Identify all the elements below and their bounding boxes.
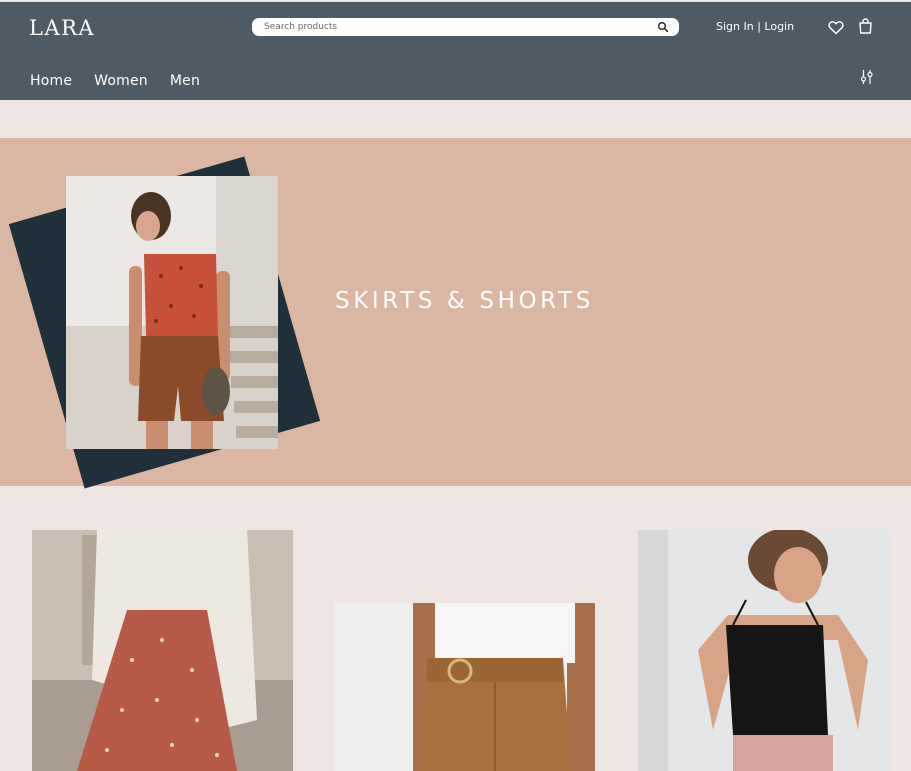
filter-icon[interactable] — [859, 69, 875, 85]
signin-login-link[interactable]: Sign In | Login — [716, 20, 794, 33]
nav-home[interactable]: Home — [30, 73, 72, 89]
category-title: SKIRTS & SHORTS — [335, 288, 594, 314]
product-tile-1[interactable] — [32, 530, 293, 771]
brand-logo[interactable]: LARA — [29, 16, 95, 40]
site-header: LARA Sign In | Login Home Women Men — [0, 0, 911, 100]
product-tile-2[interactable] — [335, 603, 596, 771]
nav-men[interactable]: Men — [170, 73, 200, 89]
bag-icon[interactable] — [858, 18, 873, 34]
product-tile-3[interactable] — [638, 530, 891, 771]
search-icon[interactable] — [657, 21, 669, 33]
search-input[interactable] — [264, 18, 644, 36]
heart-icon[interactable] — [828, 20, 844, 35]
main-nav: Home Women Men — [30, 73, 200, 89]
search-bar[interactable] — [252, 18, 679, 36]
nav-women[interactable]: Women — [94, 73, 148, 89]
banner-photo — [66, 176, 278, 449]
